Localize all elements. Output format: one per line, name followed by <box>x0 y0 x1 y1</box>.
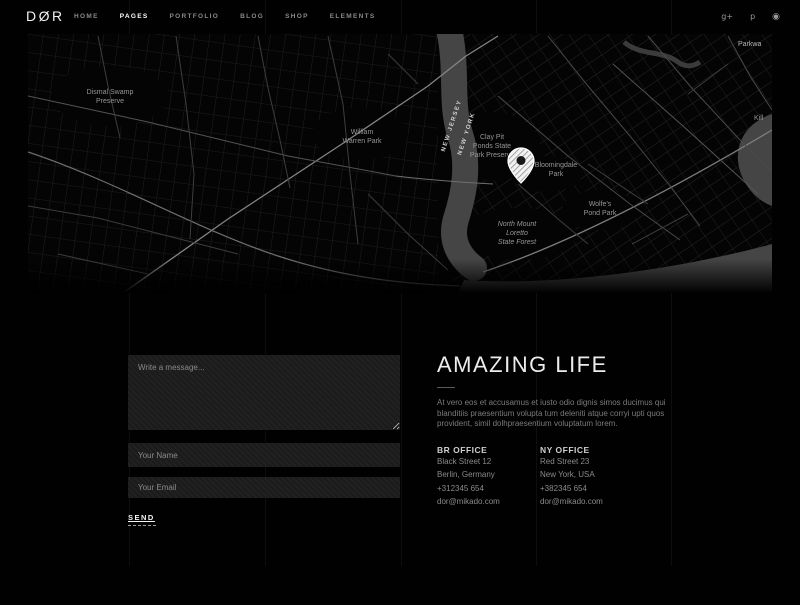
nav-item-shop[interactable]: SHOP <box>285 13 309 20</box>
contact-form: SEND <box>128 355 400 526</box>
pinterest-icon[interactable]: p <box>750 10 755 24</box>
office-phone: +382345 654 <box>540 482 643 496</box>
office-street: Red Street 23 <box>540 455 643 469</box>
office-email[interactable]: dor@mikado.com <box>540 495 643 509</box>
contact-page: DØR HOME PAGES PORTFOLIO BLOG SHOP ELEME… <box>0 0 800 605</box>
office-br: BR OFFICE Black Street 12 Berlin, German… <box>437 445 540 509</box>
main-menu: HOME PAGES PORTFOLIO BLOG SHOP ELEMENTS <box>74 13 376 20</box>
nav-item-portfolio[interactable]: PORTFOLIO <box>169 13 219 20</box>
nav-item-elements[interactable]: ELEMENTS <box>330 13 376 20</box>
office-street: Black Street 12 <box>437 455 540 469</box>
message-textarea[interactable] <box>128 355 400 430</box>
top-navigation: DØR HOME PAGES PORTFOLIO BLOG SHOP ELEME… <box>0 0 800 34</box>
google-plus-icon[interactable]: g+ <box>721 10 733 24</box>
svg-text:Parkwa: Parkwa <box>738 41 761 48</box>
dribbble-icon[interactable]: ◉ <box>772 10 780 24</box>
office-city: Berlin, Germany <box>437 468 540 482</box>
office-title: BR OFFICE <box>437 445 540 455</box>
page-title: AMAZING LIFE <box>437 352 677 378</box>
name-input[interactable] <box>128 443 400 467</box>
office-phone: +312345 654 <box>437 482 540 496</box>
map-canvas: Dismal SwampPreserve WilliamWarren Park … <box>28 34 772 293</box>
nav-item-pages[interactable]: PAGES <box>120 13 149 20</box>
office-list: BR OFFICE Black Street 12 Berlin, German… <box>437 445 677 509</box>
nav-item-home[interactable]: HOME <box>74 13 99 20</box>
office-ny: NY OFFICE Red Street 23 New York, USA +3… <box>540 445 643 509</box>
nav-item-blog[interactable]: BLOG <box>240 13 264 20</box>
social-links: g+ p ◉ <box>721 10 780 24</box>
site-logo[interactable]: DØR <box>26 8 65 24</box>
office-title: NY OFFICE <box>540 445 643 455</box>
svg-text:Kill: Kill <box>754 115 764 122</box>
office-email[interactable]: dor@mikado.com <box>437 495 540 509</box>
info-column: AMAZING LIFE At vero eos et accusamus et… <box>437 352 677 509</box>
send-button[interactable]: SEND <box>128 513 156 526</box>
email-input[interactable] <box>128 477 400 498</box>
location-map[interactable]: Dismal SwampPreserve WilliamWarren Park … <box>28 34 772 293</box>
title-divider <box>437 387 455 388</box>
intro-paragraph: At vero eos et accusamus et iusto odio d… <box>437 398 669 430</box>
office-city: New York, USA <box>540 468 643 482</box>
